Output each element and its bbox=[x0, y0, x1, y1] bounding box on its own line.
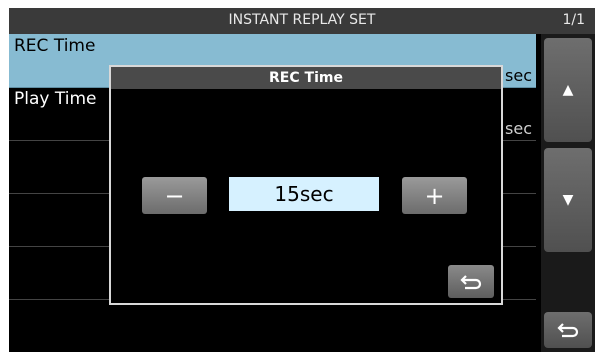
back-button[interactable] bbox=[544, 312, 592, 348]
title-bar: INSTANT REPLAY SET 1/1 bbox=[9, 8, 595, 34]
decrease-button[interactable]: − bbox=[142, 177, 207, 214]
scroll-down-button[interactable]: ▼ bbox=[544, 148, 592, 252]
rec-time-dialog: REC Time − 15sec + bbox=[109, 65, 503, 305]
value-display: 15sec bbox=[229, 177, 379, 211]
page-indicator: 1/1 bbox=[562, 12, 585, 28]
dialog-back-button[interactable] bbox=[448, 265, 494, 298]
triangle-down-icon: ▼ bbox=[562, 192, 574, 208]
list-item-value: sec bbox=[505, 119, 532, 138]
list-item-value: sec bbox=[505, 66, 532, 85]
dialog-title: REC Time bbox=[111, 67, 501, 89]
list-item-label: Play Time bbox=[14, 89, 97, 109]
screen-title: INSTANT REPLAY SET bbox=[228, 12, 376, 28]
increase-button[interactable]: + bbox=[402, 177, 467, 214]
triangle-up-icon: ▲ bbox=[562, 82, 574, 98]
return-arrow-icon bbox=[460, 274, 482, 289]
scroll-up-button[interactable]: ▲ bbox=[544, 38, 592, 142]
screen: INSTANT REPLAY SET 1/1 REC Time sec Play… bbox=[9, 8, 595, 352]
list-item-label: REC Time bbox=[14, 36, 96, 56]
scroll-sidebar: ▲ ▼ bbox=[541, 34, 595, 352]
return-arrow-icon bbox=[557, 323, 579, 338]
